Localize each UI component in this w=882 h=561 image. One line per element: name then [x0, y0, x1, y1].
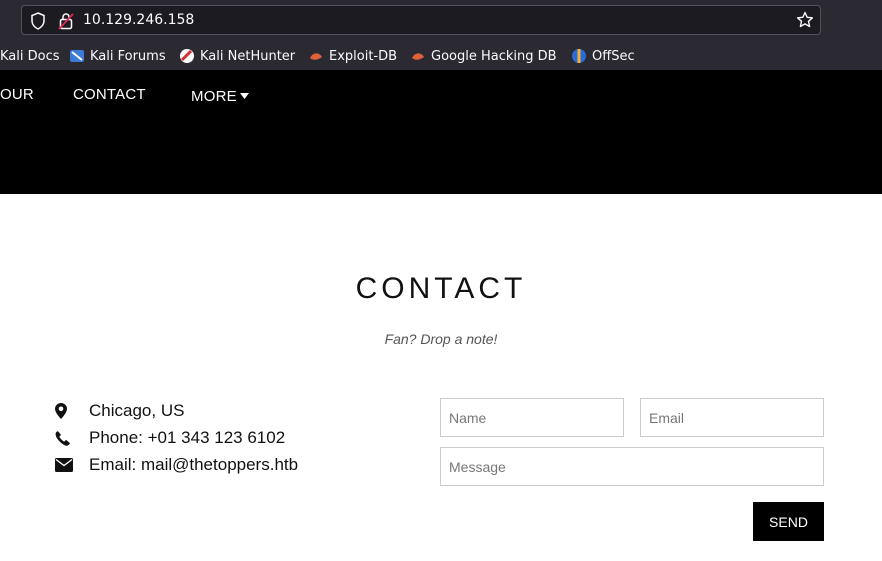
url-text[interactable]: 10.129.246.158	[83, 12, 194, 28]
bookmark-label: Kali Docs	[0, 48, 60, 64]
exploit-db-icon	[308, 48, 324, 64]
phone-text: Phone: +01 343 123 6102	[89, 428, 286, 447]
bookmark-star-icon[interactable]	[796, 11, 814, 33]
caret-down-icon	[239, 86, 249, 103]
site-navbar: OUR CONTACT MORE	[0, 70, 882, 194]
location-text: Chicago, US	[89, 401, 185, 420]
insecure-lock-icon[interactable]	[58, 12, 74, 34]
message-input[interactable]	[440, 447, 824, 486]
shield-icon[interactable]	[30, 12, 46, 34]
bookmark-label: Kali NetHunter	[200, 48, 296, 64]
address-bar[interactable]: 10.129.246.158	[21, 5, 821, 35]
kali-nethunter-icon	[179, 48, 195, 64]
bookmark-google-hacking-db[interactable]: Google Hacking DB	[410, 47, 557, 65]
email-text: Email: mail@thetoppers.htb	[89, 455, 299, 474]
contact-phone: Phone: +01 343 123 6102	[55, 427, 285, 449]
google-hacking-db-icon	[410, 48, 426, 64]
phone-icon	[55, 430, 89, 446]
bookmark-label: Google Hacking DB	[431, 48, 557, 64]
browser-toolbar: 10.129.246.158	[0, 0, 882, 41]
map-marker-icon	[55, 403, 89, 419]
contact-subtitle: Fan? Drop a note!	[384, 331, 498, 347]
offsec-icon	[571, 48, 587, 64]
contact-location: Chicago, US	[55, 400, 184, 422]
envelope-icon	[55, 458, 89, 472]
bookmark-kali-docs[interactable]: Kali Docs	[0, 47, 60, 65]
bookmark-kali-forums[interactable]: Kali Forums	[69, 47, 166, 65]
send-button[interactable]: SEND	[753, 502, 824, 541]
nav-item-tour[interactable]: OUR	[0, 86, 34, 103]
bookmark-label: Exploit-DB	[329, 48, 398, 64]
bookmark-exploit-db[interactable]: Exploit-DB	[308, 47, 397, 65]
kali-forums-icon	[69, 48, 85, 64]
nav-item-contact[interactable]: CONTACT	[73, 86, 146, 103]
bookmark-label: OffSec	[592, 48, 635, 64]
contact-email: Email: mail@thetoppers.htb	[55, 454, 298, 476]
name-input[interactable]	[440, 398, 624, 437]
contact-title: CONTACT	[355, 272, 527, 305]
nav-item-more[interactable]: MORE	[191, 86, 249, 105]
bookmarks-bar: Kali Docs Kali Forums Kali NetHunter Exp…	[0, 41, 882, 71]
bookmark-kali-nethunter[interactable]: Kali NetHunter	[179, 47, 295, 65]
email-input[interactable]	[640, 398, 824, 437]
bookmark-label: Kali Forums	[90, 48, 166, 64]
bookmark-offsec[interactable]: OffSec	[571, 47, 635, 65]
nav-more-label: MORE	[191, 88, 237, 105]
